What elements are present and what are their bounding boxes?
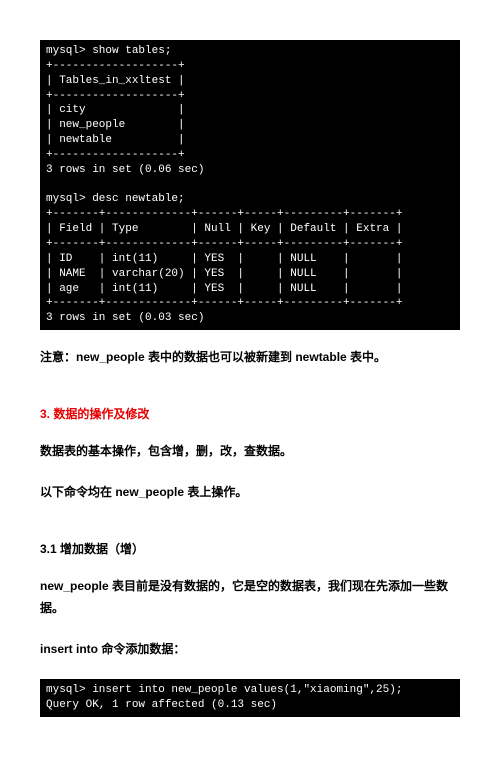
section-3-p2: 以下命令均在 new_people 表上操作。 [40, 481, 460, 504]
terminal-block-1: mysql> show tables; +-------------------… [40, 40, 460, 330]
section-3-1-p1: new_people 表目前是没有数据的，它是空的数据表，我们现在先添加一些数据… [40, 575, 460, 621]
terminal-block-2: mysql> insert into new_people values(1,"… [40, 679, 460, 717]
section-3-heading: 3. 数据的操作及修改 [40, 405, 460, 422]
note-newpeople: 注意：new_people 表中的数据也可以被新建到 newtable 表中。 [40, 348, 460, 365]
section-3-p1: 数据表的基本操作，包含增，删，改，查数据。 [40, 440, 460, 463]
section-3-1-heading: 3.1 增加数据（增） [40, 540, 460, 557]
section-3-1-p2: insert into 命令添加数据： [40, 638, 460, 661]
